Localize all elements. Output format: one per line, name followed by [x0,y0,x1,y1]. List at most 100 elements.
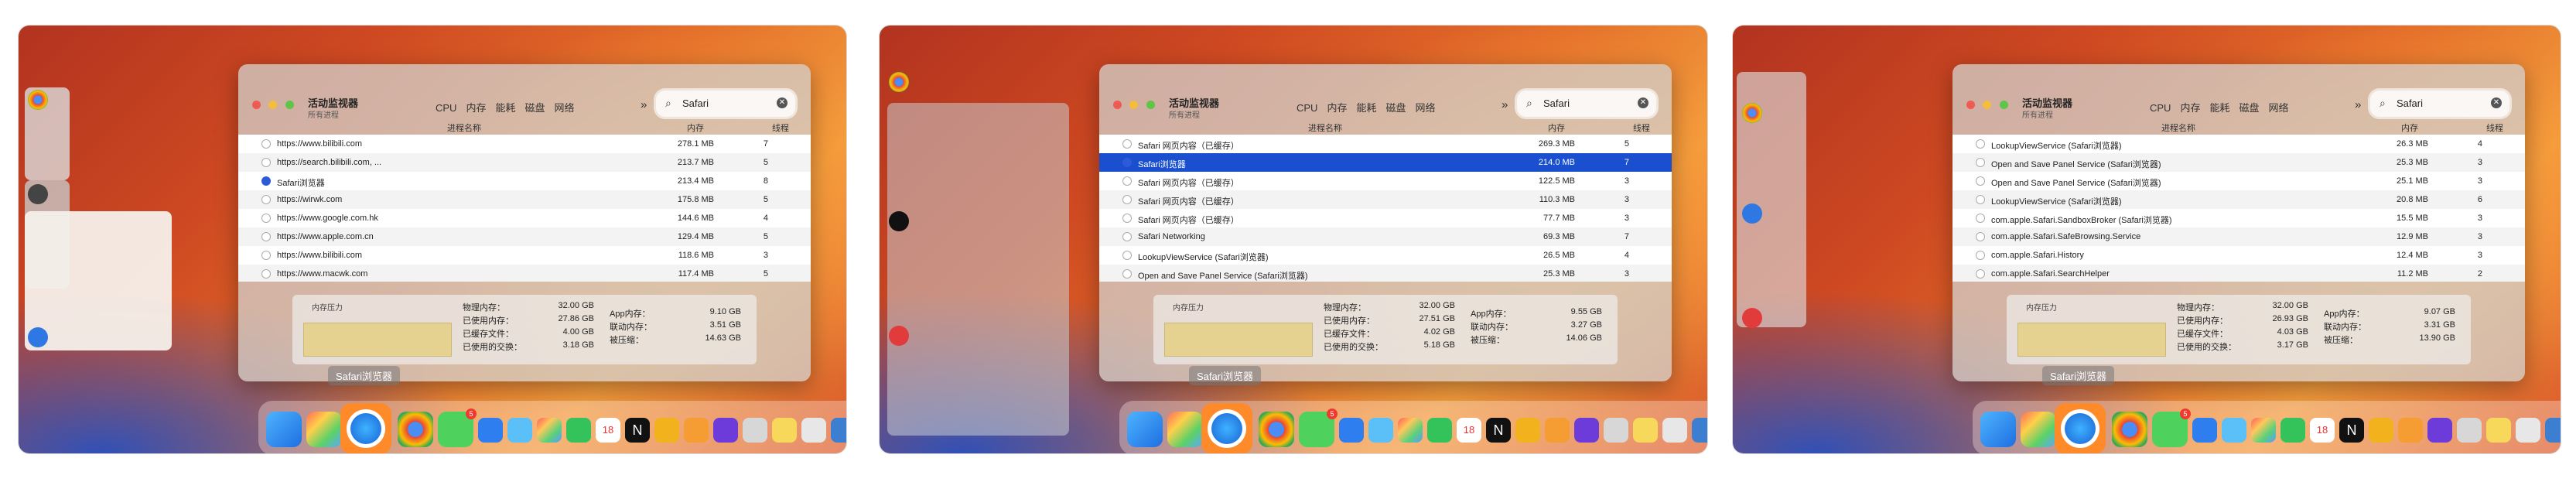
tab-energy[interactable]: 能耗 [2209,102,2229,114]
process-row[interactable]: Safari浏览器 213.4 MB 8 [238,172,811,190]
close-button[interactable] [1113,101,1122,109]
process-row[interactable]: com.apple.Safari.History 12.4 MB 3 [1952,246,2525,265]
preview-icon[interactable] [2457,418,2482,443]
tab-network[interactable]: 网络 [1416,102,1436,114]
minimize-button[interactable] [1129,101,1139,109]
security-app-icon[interactable] [1574,418,1599,443]
tab-memory[interactable]: 内存 [2180,102,2200,114]
finder-icon[interactable] [266,412,302,447]
safari-icon[interactable] [2061,409,2099,448]
chrome-icon[interactable] [889,72,909,92]
activity-monitor-window[interactable]: 活动监视器 所有进程 CPU 内存 能耗 磁盘 网络 » ⌕ Safari ✕ 进程名称… [1952,64,2525,381]
calendar-icon[interactable]: 18 [596,418,620,443]
window-titlebar[interactable]: 活动监视器 所有进程 CPU 内存 能耗 磁盘 网络 » ⌕ Safari ✕ [238,64,811,120]
books-icon[interactable] [684,418,709,443]
preview-icon[interactable] [743,418,767,443]
folder-icon[interactable] [801,418,826,443]
search-input[interactable]: Safari [682,97,709,109]
finder-icon[interactable] [1742,203,1762,224]
tab-energy[interactable]: 能耗 [495,102,515,114]
books-icon[interactable] [2398,418,2423,443]
toolbar-more-button[interactable]: » [2355,98,2361,111]
netease-music-icon[interactable] [1742,308,1762,328]
downloads-folder-icon[interactable] [1692,418,1707,443]
butterfly-app-icon[interactable] [2369,418,2393,443]
tab-network[interactable]: 网络 [555,102,575,114]
process-list[interactable]: Safari 网页内容（已缓存） 269.3 MB 5 Safari浏览器 214.0 … [1099,135,1672,282]
process-row[interactable]: https://www.google.com.hk 144.6 MB 4 [238,209,811,227]
column-header-threads[interactable]: 线程 [1633,121,1650,134]
maps-icon[interactable] [507,418,532,443]
downloads-folder-icon[interactable] [2545,418,2561,443]
launchpad-icon[interactable] [1167,412,1203,447]
maps-icon[interactable] [2222,418,2246,443]
clear-search-icon[interactable]: ✕ [2491,97,2502,108]
notion-icon[interactable]: N [1486,418,1511,443]
butterfly-app-icon[interactable] [1515,418,1540,443]
process-row[interactable]: LookupViewService (Safari浏览器) 26.5 MB 4 [1099,246,1672,265]
books-icon[interactable] [1545,418,1570,443]
mail-icon[interactable] [478,418,503,443]
process-row[interactable]: LookupViewService (Safari浏览器) 20.8 MB 6 [1952,190,2525,209]
photos-icon[interactable] [1398,418,1423,443]
chrome-icon[interactable] [1259,412,1294,447]
clear-search-icon[interactable]: ✕ [1638,97,1648,108]
process-row[interactable]: com.apple.Safari.SearchHelper 11.2 MB 2 [1952,265,2525,282]
column-header-memory[interactable]: 内存 [1548,121,1565,134]
process-row[interactable]: Safari 网页内容（已缓存） 110.3 MB 3 [1099,190,1672,209]
process-row[interactable]: Open and Save Panel Service (Safari浏览器) 2… [1952,172,2525,190]
mail-icon[interactable] [1339,418,1364,443]
process-row[interactable]: https://www.bilibili.com 278.1 MB 7 [238,135,811,153]
close-button[interactable] [252,101,261,109]
facetime-icon[interactable] [566,418,591,443]
toolbar-more-button[interactable]: » [641,98,647,111]
column-header-name[interactable]: 进程名称 [447,121,481,134]
process-row[interactable]: Safari 网页内容（已缓存） 269.3 MB 5 [1099,135,1672,153]
process-row[interactable]: https://search.bilibili.com, ... 213.7 MB… [238,153,811,172]
process-row[interactable]: LookupViewService (Safari浏览器) 26.3 MB 4 [1952,135,2525,153]
column-header-threads[interactable]: 线程 [2486,121,2503,134]
close-button[interactable] [1966,101,1975,109]
mail-icon[interactable] [2192,418,2217,443]
notion-icon[interactable]: N [2339,418,2364,443]
process-row[interactable]: com.apple.Safari.SafeBrowsing.Service 12.… [1952,227,2525,246]
column-header-threads[interactable]: 线程 [772,121,789,134]
butterfly-app-icon[interactable] [654,418,679,443]
tab-energy[interactable]: 能耗 [1356,102,1376,114]
preview-icon[interactable] [1604,418,1628,443]
photos-icon[interactable] [537,418,562,443]
tab-disk[interactable]: 磁盘 [524,102,545,114]
launchpad-icon[interactable] [2021,412,2056,447]
process-row[interactable]: Safari 网页内容（已缓存） 77.7 MB 3 [1099,209,1672,227]
notes-icon[interactable] [2486,418,2511,443]
column-header-memory[interactable]: 内存 [687,121,704,134]
notes-icon[interactable] [772,418,797,443]
finder-icon[interactable] [1127,412,1163,447]
search-field[interactable]: ⌕ Safari ✕ [1517,91,1656,117]
launchpad-icon[interactable] [306,412,342,447]
minimize-button[interactable] [1983,101,1992,109]
zoom-button[interactable] [1146,101,1155,109]
process-row[interactable]: https://www.bilibili.com 118.6 MB 3 [238,246,811,265]
photos-icon[interactable] [2251,418,2276,443]
netease-music-icon[interactable] [889,326,909,346]
calendar-icon[interactable]: 18 [2310,418,2335,443]
security-app-icon[interactable] [2427,418,2452,443]
tab-memory[interactable]: 内存 [466,102,486,114]
search-field[interactable]: ⌕ Safari ✕ [2370,91,2509,117]
process-row[interactable]: Safari Networking 69.3 MB 7 [1099,227,1672,246]
column-header-memory[interactable]: 内存 [2401,121,2418,134]
process-row[interactable]: Open and Save Panel Service (Safari浏览器) 2… [1099,265,1672,282]
search-field[interactable]: ⌕ Safari ✕ [656,91,795,117]
chrome-icon[interactable] [28,90,48,110]
zoom-button[interactable] [285,101,294,109]
minimize-button[interactable] [268,101,278,109]
column-header-name[interactable]: 进程名称 [2161,121,2195,134]
zoom-button[interactable] [1999,101,2008,109]
window-thumbnail[interactable] [25,211,172,350]
notes-icon[interactable] [1633,418,1658,443]
process-row[interactable]: https://www.apple.com.cn 129.4 MB 5 [238,227,811,246]
safari-icon[interactable] [1208,409,1246,448]
tab-cpu[interactable]: CPU [2150,102,2171,114]
tab-cpu[interactable]: CPU [1297,102,1317,114]
